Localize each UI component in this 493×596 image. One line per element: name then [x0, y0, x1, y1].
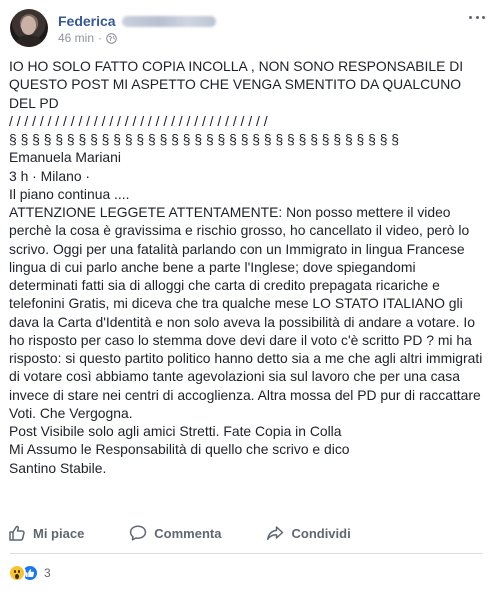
post-paragraph: Post Visibile solo agli amici Stretti. F…	[9, 423, 342, 439]
post-paragraph: IO HO SOLO FATTO COPIA INCOLLA , NON SON…	[9, 58, 464, 111]
author-name[interactable]: Federica	[58, 13, 116, 29]
post-meta: 46 min ·	[58, 31, 117, 45]
post-paragraph: ATTENZIONE LEGGETE ATTENTAMENTE: Non pos…	[9, 204, 483, 421]
divider	[10, 553, 483, 554]
comment-button[interactable]: Commenta	[129, 520, 221, 546]
blurred-surname	[121, 15, 216, 27]
comment-icon	[130, 525, 147, 541]
share-button[interactable]: Condividi	[266, 520, 351, 546]
post-paragraph: Mi Assumo le Responsabilità di quello ch…	[9, 441, 350, 458]
slash-line: / / / / / / / / / / / / / / / / / / / / …	[9, 112, 268, 129]
reactions-summary[interactable]: 3	[8, 564, 51, 582]
globe-icon[interactable]	[106, 32, 117, 44]
share-label: Condividi	[291, 525, 351, 541]
quoted-author: Emanuela Mariani	[9, 149, 121, 166]
avatar[interactable]	[10, 9, 48, 47]
post-timestamp[interactable]: 46 min	[58, 31, 94, 45]
post-signature: Santino Stabile.	[9, 459, 107, 476]
author-row: Federica	[58, 13, 216, 29]
like-label: Mi piace	[33, 525, 85, 541]
share-arrow-icon	[267, 526, 284, 540]
facebook-post: Federica 46 min · IO HO SOLO FATTO COPIA…	[0, 0, 493, 596]
comment-label: Commenta	[154, 525, 222, 541]
like-button[interactable]: Mi piace	[8, 520, 84, 546]
quoted-meta: 3 h · Milano ·	[9, 167, 91, 184]
meta-separator: ·	[98, 31, 103, 45]
wow-reaction-icon	[8, 564, 26, 582]
section-sign-line: § § § § § § § § § § § § § § § § § § § § …	[9, 131, 400, 147]
action-bar: Mi piace Commenta Condividi	[6, 520, 487, 546]
reaction-count: 3	[44, 566, 51, 580]
post-header: Federica 46 min ·	[10, 9, 485, 49]
more-options-icon[interactable]	[469, 13, 485, 21]
post-body: IO HO SOLO FATTO COPIA INCOLLA , NON SON…	[9, 57, 485, 477]
thumbs-up-icon	[9, 525, 25, 541]
post-paragraph: Il piano continua ....	[9, 185, 130, 202]
